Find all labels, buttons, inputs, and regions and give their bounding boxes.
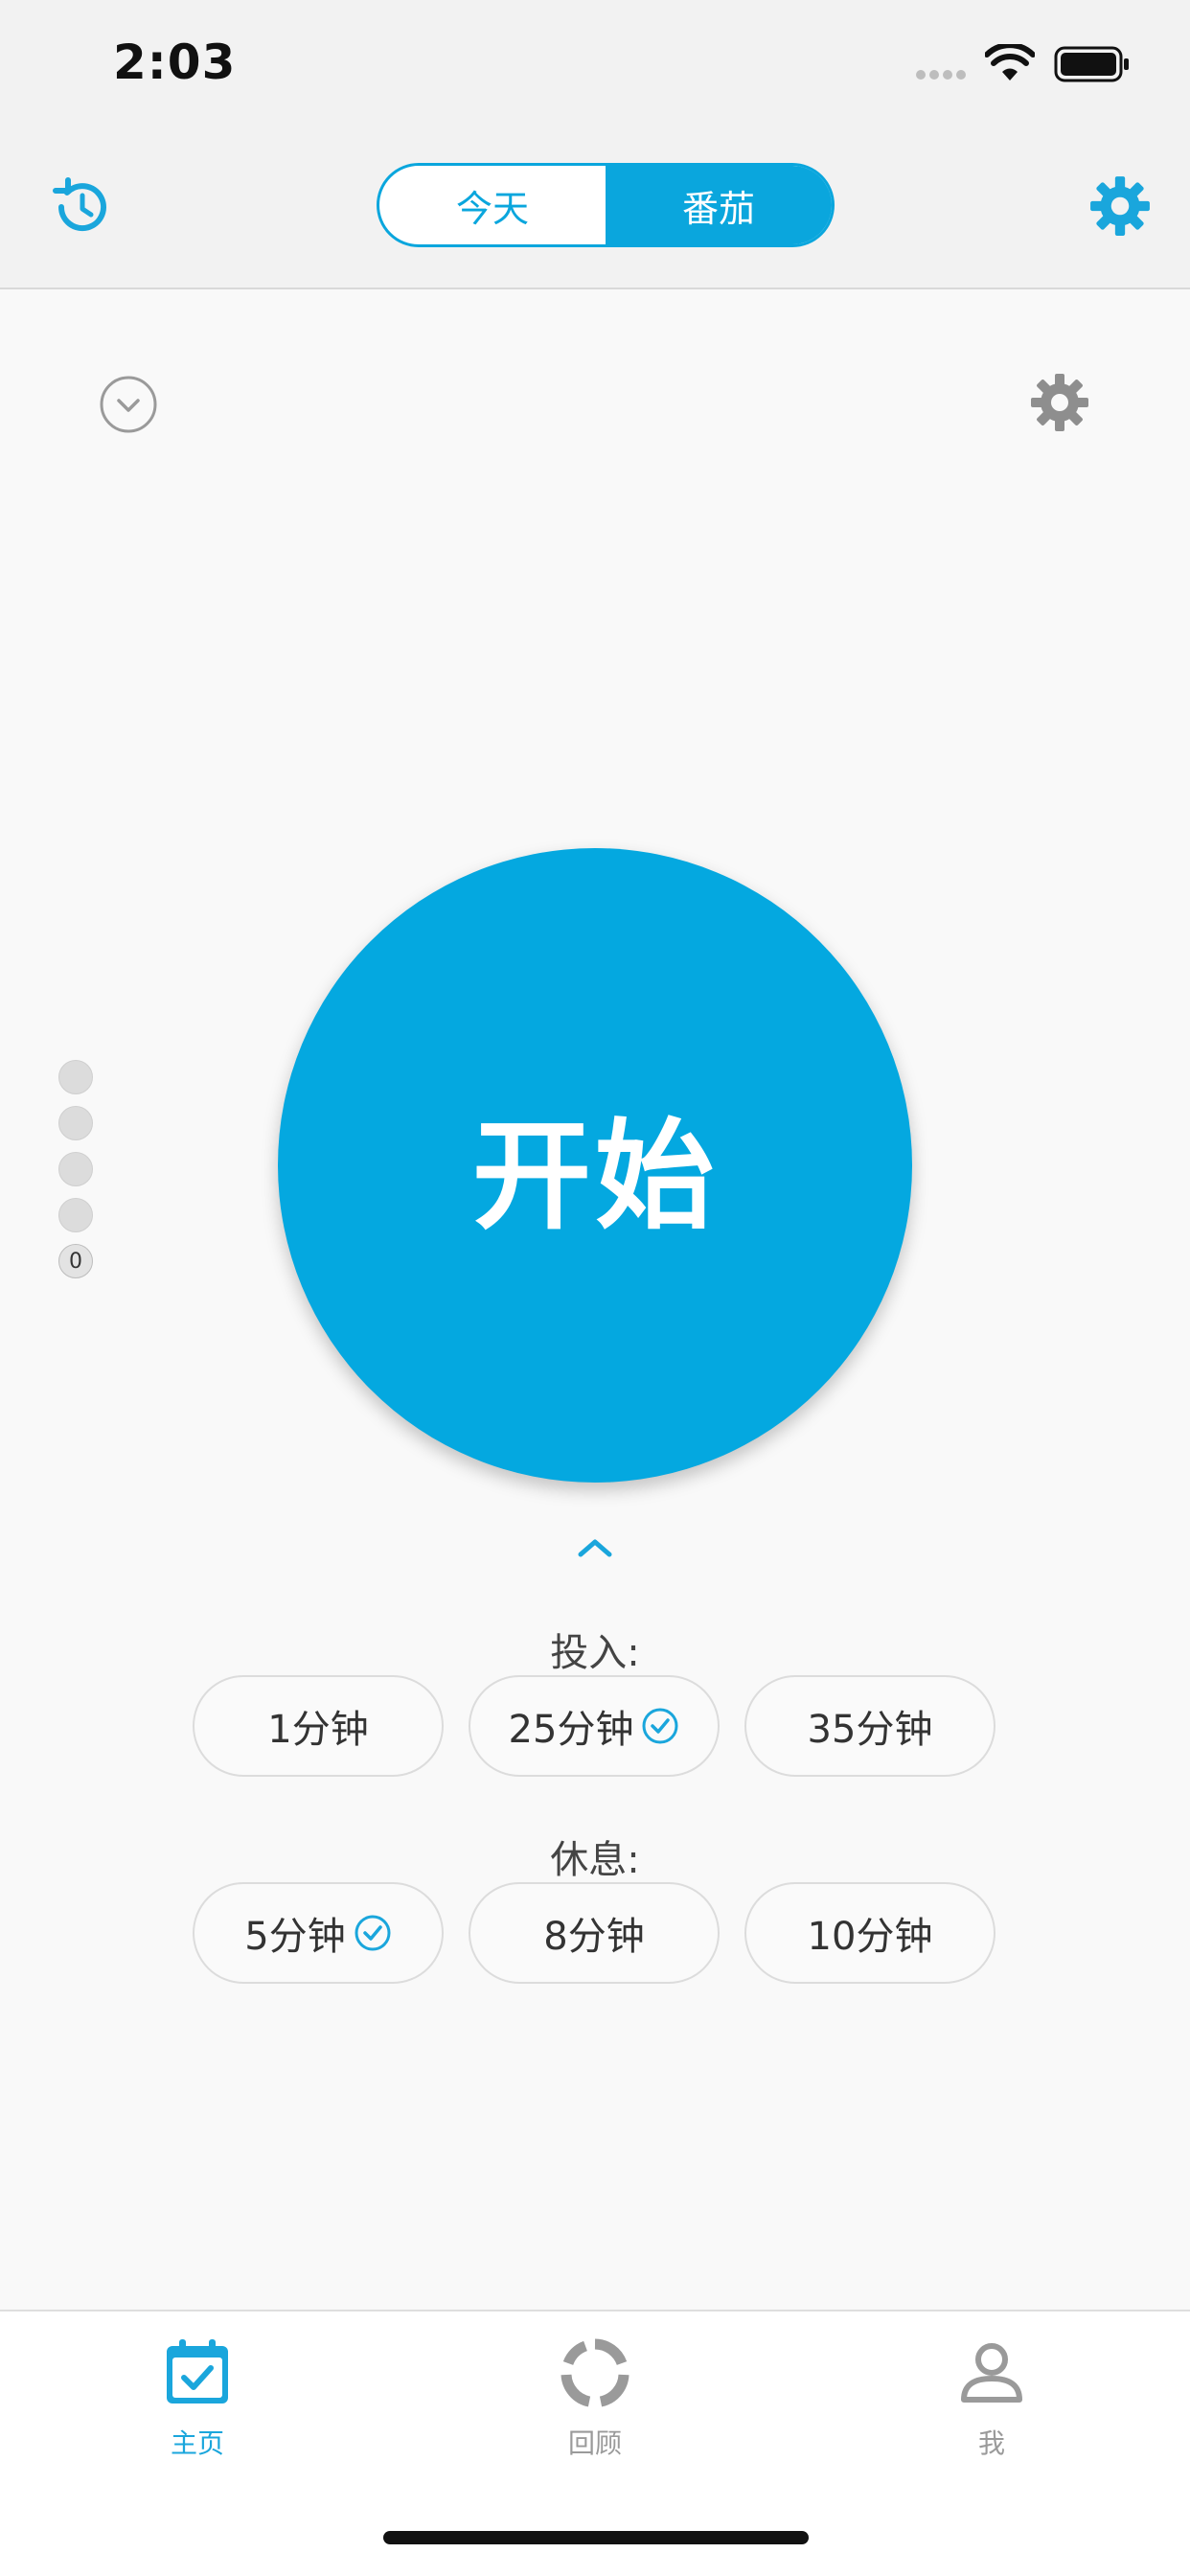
cellular-dots-icon — [916, 70, 966, 80]
tab-home[interactable]: 主页 — [102, 2336, 293, 2461]
rest-label: 休息: — [550, 1838, 640, 1882]
tab-label: 回顾 — [567, 2427, 622, 2459]
gear-icon[interactable] — [1088, 174, 1152, 238]
focus-label: 投入: — [550, 1631, 640, 1675]
rest-option-10min[interactable]: 10分钟 — [744, 1882, 995, 1984]
tab-label: 主页 — [170, 2427, 224, 2459]
focus-options: 1分钟 25分钟 35分钟 — [193, 1675, 997, 1779]
progress-dot — [58, 1106, 93, 1140]
progress-dot — [58, 1060, 93, 1094]
rest-options: 5分钟 8分钟 10分钟 — [193, 1882, 997, 1986]
history-icon[interactable] — [48, 174, 113, 240]
tab-review[interactable]: 回顾 — [499, 2336, 691, 2461]
rest-option-8min[interactable]: 8分钟 — [469, 1882, 720, 1984]
status-time: 2:03 — [113, 34, 237, 90]
chevron-down-circle-icon[interactable] — [99, 375, 158, 434]
progress-count: 0 — [58, 1244, 93, 1278]
focus-option-25min[interactable]: 25分钟 — [469, 1675, 720, 1777]
focus-option-35min[interactable]: 35分钟 — [744, 1675, 995, 1777]
option-label: 1分钟 — [267, 1708, 369, 1752]
chevron-up-icon[interactable] — [573, 1533, 617, 1562]
settings-gear-icon[interactable] — [1029, 372, 1090, 433]
navigation-bar: 2:03 今天 番茄 — [0, 0, 1190, 289]
check-circle-icon — [355, 1915, 391, 1951]
check-circle-icon — [642, 1708, 678, 1744]
progress-dot — [58, 1198, 93, 1232]
rest-option-5min[interactable]: 5分钟 — [193, 1882, 444, 1984]
battery-icon — [1054, 46, 1129, 82]
option-label: 35分钟 — [807, 1708, 933, 1752]
segment-today[interactable]: 今天 — [379, 166, 606, 244]
start-button[interactable]: 开始 — [278, 848, 912, 1483]
wifi-icon — [985, 44, 1035, 80]
pomodoro-screen: 2:03 今天 番茄 0 开始 投入: 1分钟 25分钟 35分钟 休息: 5分… — [0, 0, 1190, 2576]
person-icon — [961, 2343, 1022, 2403]
tab-me[interactable]: 我 — [896, 2336, 1087, 2461]
progress-dot — [58, 1152, 93, 1186]
view-segmented-control: 今天 番茄 — [377, 163, 835, 247]
pomodoro-progress-dots: 0 — [58, 1060, 95, 1278]
segment-pomodoro[interactable]: 番茄 — [606, 166, 832, 244]
focus-option-1min[interactable]: 1分钟 — [193, 1675, 444, 1777]
option-label: 25分钟 — [508, 1708, 634, 1752]
tab-label: 我 — [977, 2427, 1005, 2459]
option-label: 5分钟 — [244, 1915, 346, 1959]
option-label: 8分钟 — [543, 1915, 645, 1959]
option-label: 10分钟 — [807, 1915, 933, 1959]
ring-chart-icon — [561, 2338, 629, 2407]
calendar-check-icon — [167, 2339, 228, 2404]
home-indicator[interactable] — [383, 2531, 809, 2544]
